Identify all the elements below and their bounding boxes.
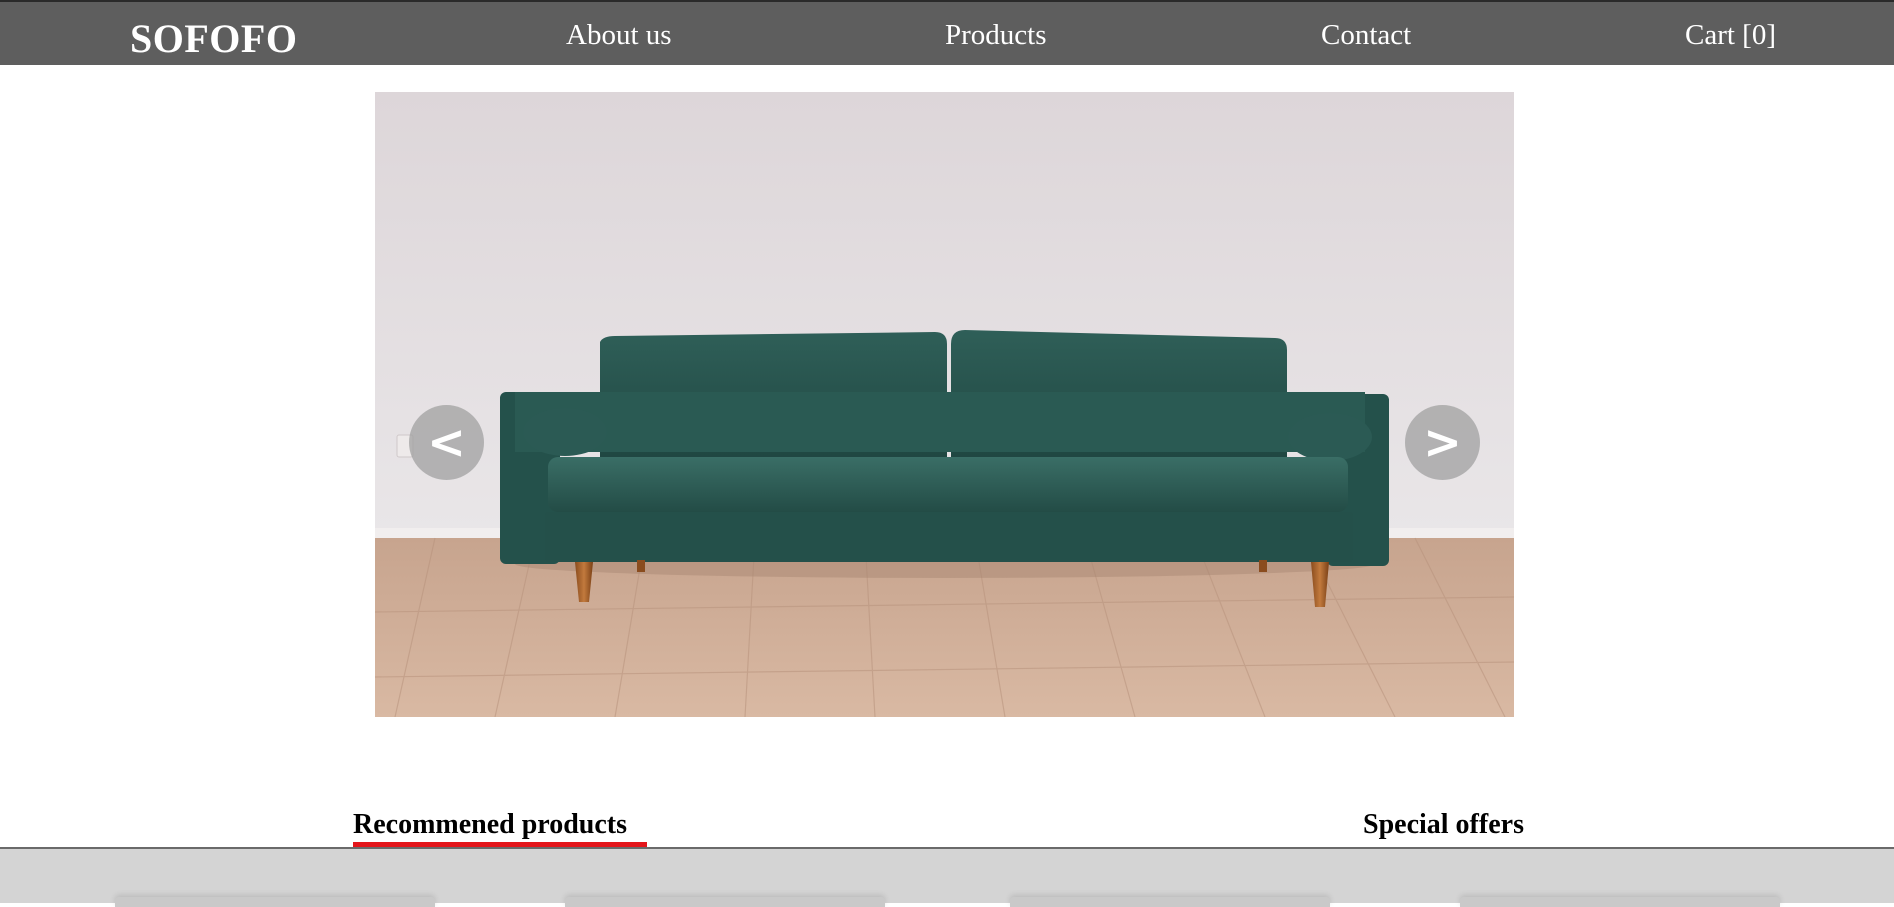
nav-link-products[interactable]: Products	[945, 18, 1047, 52]
nav-link-contact[interactable]: Contact	[1321, 18, 1411, 52]
tab-recommended-products[interactable]: Recommened products	[353, 808, 627, 842]
cart-link[interactable]: Cart [0]	[1685, 18, 1776, 52]
hero-slider-image	[375, 92, 1514, 717]
sofa-photo-icon	[375, 92, 1514, 717]
product-card[interactable]	[565, 897, 885, 907]
slider-previous-button[interactable]: <	[409, 405, 484, 480]
slider-next-button[interactable]: >	[1405, 405, 1480, 480]
brand-logo[interactable]: SOFOFO	[130, 17, 297, 61]
nav-link-about-us[interactable]: About us	[566, 18, 672, 52]
product-card[interactable]	[1010, 897, 1330, 907]
product-cards-container	[0, 847, 1894, 907]
tab-special-offers[interactable]: Special offers	[1363, 808, 1524, 842]
product-card[interactable]	[115, 897, 435, 907]
product-card[interactable]	[1460, 897, 1780, 907]
top-navigation-bar: SOFOFO About us Products Contact Cart [0…	[0, 0, 1894, 65]
